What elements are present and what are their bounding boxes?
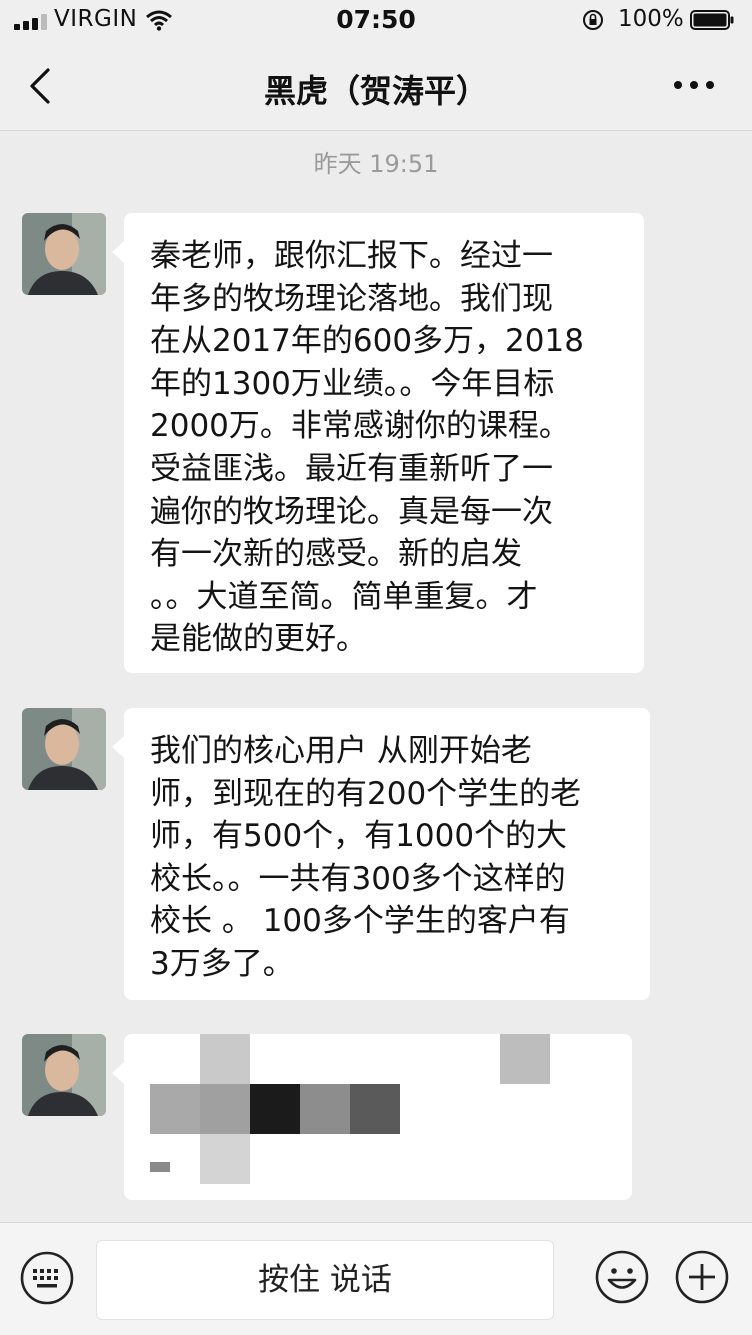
chat-title: 黑虎（贺涛平）: [263, 72, 488, 110]
pixelated-message-bubble[interactable]: [112, 1034, 632, 1200]
battery-percent: 100%: [618, 6, 684, 32]
battery-icon: [690, 10, 734, 30]
pixelated-block: [300, 1084, 350, 1134]
avatar[interactable]: [22, 708, 106, 790]
rotation-lock-icon: [583, 10, 603, 30]
emoji-icon[interactable]: [594, 1249, 650, 1305]
hold-to-talk-button[interactable]: 按住 说话: [96, 1240, 554, 1320]
keyboard-icon[interactable]: [20, 1251, 74, 1305]
pixelated-block: [200, 1134, 250, 1184]
input-bar: 按住 说话: [0, 1222, 752, 1335]
pixelated-block: [500, 1034, 550, 1084]
message-timestamp: 昨天 19:51: [313, 150, 439, 178]
avatar-image: [22, 708, 106, 790]
message-text: 秦老师，跟你汇报下。经过一 年多的牧场理论落地。我们现 在从2017年的600多…: [150, 238, 584, 658]
pixelated-block: [150, 1162, 170, 1172]
hold-to-talk-label: 按住 说话: [258, 1262, 392, 1298]
chat-header: 黑虎（贺涛平）: [0, 42, 752, 131]
avatar[interactable]: [22, 1034, 106, 1116]
message-text: 我们的核心用户 从刚开始老 师，到现在的有200个学生的老 师，有500个，有1…: [150, 733, 582, 982]
pixelated-block: [150, 1084, 200, 1134]
pixelated-block: [200, 1084, 250, 1134]
more-icon[interactable]: [672, 78, 716, 92]
plus-icon[interactable]: [674, 1249, 730, 1305]
status-bar: VIRGIN 07:50 100%: [0, 0, 752, 42]
message-bubble[interactable]: 秦老师，跟你汇报下。经过一 年多的牧场理论落地。我们现 在从2017年的600多…: [112, 213, 644, 673]
avatar[interactable]: [22, 213, 106, 295]
pixelated-block: [350, 1084, 400, 1134]
message-bubble[interactable]: 我们的核心用户 从刚开始老 师，到现在的有200个学生的老 师，有500个，有1…: [112, 708, 650, 1000]
pixelated-block: [250, 1084, 300, 1134]
avatar-image: [22, 1034, 106, 1116]
avatar-image: [22, 213, 106, 295]
pixelated-block: [200, 1034, 250, 1084]
